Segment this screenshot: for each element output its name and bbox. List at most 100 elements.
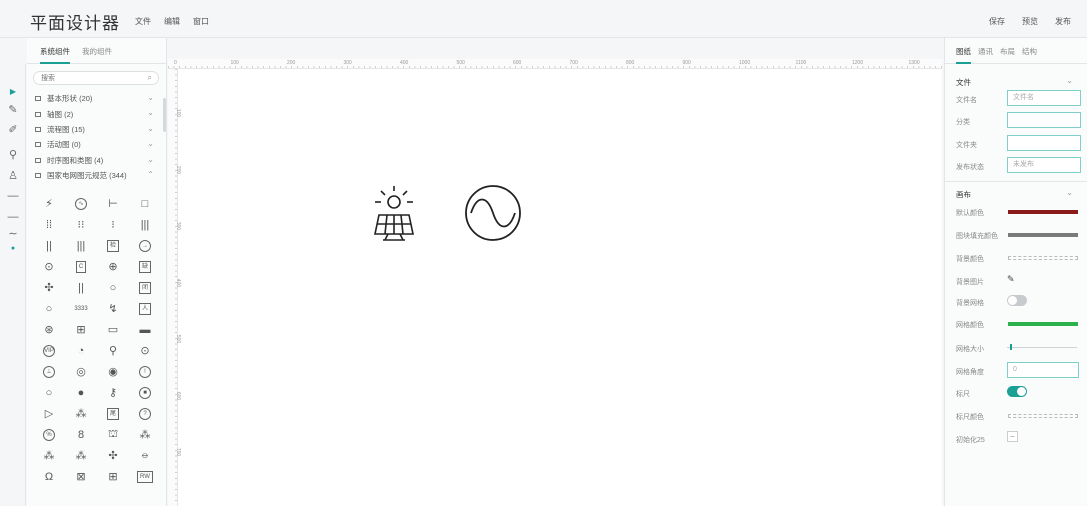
symbol-item[interactable]: ⚡ xyxy=(33,193,65,214)
publish-button[interactable]: 发布 xyxy=(1055,16,1071,27)
point-icon[interactable]: ● xyxy=(6,241,20,255)
minus-icon[interactable]: − xyxy=(1007,431,1018,442)
symbol-item[interactable]: % xyxy=(33,424,65,445)
symbol-item[interactable]: ∿ xyxy=(65,193,97,214)
search-icon[interactable]: ⌕ xyxy=(148,73,152,83)
menu-file[interactable]: 文件 xyxy=(135,16,151,27)
symbol-item[interactable]: ⊥ xyxy=(33,361,65,382)
folder-field[interactable] xyxy=(1007,135,1081,151)
symbol-item[interactable]: ⊠ xyxy=(65,466,97,487)
symbol-item[interactable]: □ xyxy=(129,193,161,214)
symbol-item[interactable]: ↯ xyxy=(97,298,129,319)
category-item[interactable]: 时序图和类图 (4) ⌄ xyxy=(27,153,167,168)
grid-color-swatch[interactable] xyxy=(1008,322,1078,326)
symbol-item[interactable]: ⊞ xyxy=(65,319,97,340)
symbol-item[interactable]: ⚲ xyxy=(97,340,129,361)
panel-scrollbar[interactable] xyxy=(163,98,166,132)
category-item[interactable]: 轴图 (2) ⌄ xyxy=(27,106,167,121)
symbol-item[interactable]: ? xyxy=(129,403,161,424)
pen-icon[interactable]: ✎ xyxy=(6,102,20,116)
symbol-item[interactable]: ⊕ xyxy=(97,256,129,277)
symbol-item[interactable]: ||| xyxy=(65,235,97,256)
chevron-down-icon[interactable]: ⌄ xyxy=(147,108,154,117)
tab-drawing[interactable]: 图纸 xyxy=(956,46,971,64)
symbol-item[interactable]: ⊢ xyxy=(97,193,129,214)
symbol-item[interactable]: ○ xyxy=(97,277,129,298)
symbol-item[interactable]: ⚷ xyxy=(97,382,129,403)
file-name-field[interactable]: 文件名 xyxy=(1007,90,1081,106)
symbol-item[interactable]: 检 xyxy=(97,235,129,256)
symbol-item[interactable]: ⊙ xyxy=(129,340,161,361)
symbol-item[interactable]: 3333 xyxy=(65,298,97,319)
menu-window[interactable]: 窗口 xyxy=(193,16,209,27)
symbol-item[interactable]: ■ xyxy=(129,382,161,403)
save-button[interactable]: 保存 xyxy=(989,16,1005,27)
grid-size-slider-handle[interactable] xyxy=(1009,344,1012,350)
symbol-item[interactable]: ⊞ xyxy=(97,466,129,487)
symbol-item[interactable]: ◉ xyxy=(97,361,129,382)
symbol-item[interactable]: ◔ xyxy=(65,340,97,361)
tab-system-components[interactable]: 系统组件 xyxy=(40,46,70,64)
fill-color-swatch[interactable] xyxy=(1008,233,1078,237)
stamp-icon[interactable]: ♙ xyxy=(6,168,20,182)
symbol-item[interactable]: ⁂ xyxy=(129,424,161,445)
symbol-item[interactable]: ○ xyxy=(33,382,65,403)
zoom-icon[interactable]: ⚲ xyxy=(6,147,20,161)
category-field[interactable] xyxy=(1007,112,1081,128)
default-color-swatch[interactable] xyxy=(1008,210,1078,214)
chevron-down-icon[interactable]: ⌄ xyxy=(147,155,154,164)
symbol-item[interactable]: ⛫ xyxy=(97,424,129,445)
symbol-item[interactable]: ⊛ xyxy=(33,319,65,340)
symbol-item[interactable]: 尾 xyxy=(97,403,129,424)
symbol-item[interactable]: 人 xyxy=(129,298,161,319)
chevron-down-icon[interactable]: ⌄ xyxy=(1066,76,1073,85)
symbol-item[interactable]: || xyxy=(33,235,65,256)
category-item[interactable]: 流程图 (15) ⌄ xyxy=(27,122,167,137)
symbol-item[interactable]: ||| xyxy=(129,214,161,235)
symbol-item[interactable]: → xyxy=(129,235,161,256)
select-pointer-icon[interactable]: ▶ xyxy=(6,84,20,98)
ruler-toggle[interactable] xyxy=(1007,386,1027,397)
design-canvas[interactable] xyxy=(168,59,942,506)
publish-status-field[interactable]: 未发布 xyxy=(1007,157,1081,173)
tab-structure[interactable]: 结构 xyxy=(1022,46,1037,64)
chevron-down-icon[interactable]: ⌄ xyxy=(147,124,154,133)
symbol-item[interactable]: ⦵ xyxy=(129,445,161,466)
symbol-item[interactable]: ▭ xyxy=(97,319,129,340)
symbol-item[interactable]: ◎ xyxy=(65,361,97,382)
bg-color-swatch[interactable] xyxy=(1008,256,1078,260)
symbol-item[interactable]: 缺 xyxy=(129,256,161,277)
search-input[interactable] xyxy=(34,72,134,85)
symbol-item[interactable]: VIP xyxy=(33,340,65,361)
edit-icon[interactable]: ✎ xyxy=(1007,274,1015,285)
tab-my-components[interactable]: 我的组件 xyxy=(82,46,112,64)
chevron-down-icon[interactable]: ⌄ xyxy=(1066,188,1073,197)
symbol-item[interactable]: 闭 xyxy=(129,277,161,298)
grid-size-slider-track[interactable] xyxy=(1007,347,1077,348)
symbol-item[interactable]: ▷ xyxy=(33,403,65,424)
symbol-item[interactable]: ▬ xyxy=(129,319,161,340)
symbol-item[interactable]: ○ xyxy=(33,298,65,319)
line-icon[interactable]: — xyxy=(6,189,20,203)
symbol-item[interactable]: ⁂ xyxy=(65,403,97,424)
canvas-solar-panel[interactable] xyxy=(366,184,422,246)
wave-line-icon[interactable]: ∼ xyxy=(6,226,20,240)
symbol-item[interactable]: || xyxy=(65,277,97,298)
brush-icon[interactable]: ✐ xyxy=(6,122,20,136)
symbol-item[interactable]: ⁂ xyxy=(33,445,65,466)
category-item[interactable]: 国家电网图元规范 (344) ⌃ xyxy=(27,168,167,183)
symbol-item[interactable]: ✣ xyxy=(33,277,65,298)
ruler-color-swatch[interactable] xyxy=(1008,414,1078,418)
preview-button[interactable]: 预览 xyxy=(1022,16,1038,27)
tab-layout[interactable]: 布局 xyxy=(1000,46,1015,64)
dash-line-icon[interactable]: — xyxy=(6,210,20,224)
symbol-item[interactable]: ⁂ xyxy=(65,445,97,466)
symbol-item[interactable]: ! xyxy=(129,361,161,382)
menu-edit[interactable]: 编辑 xyxy=(164,16,180,27)
symbol-item[interactable]: ⁝ xyxy=(97,214,129,235)
symbol-item[interactable]: ✣ xyxy=(97,445,129,466)
symbol-item[interactable]: C xyxy=(65,256,97,277)
symbol-item[interactable]: ⊙ xyxy=(33,256,65,277)
category-item[interactable]: 活动图 (0) ⌄ xyxy=(27,137,167,152)
tab-communication[interactable]: 通讯 xyxy=(978,46,993,64)
